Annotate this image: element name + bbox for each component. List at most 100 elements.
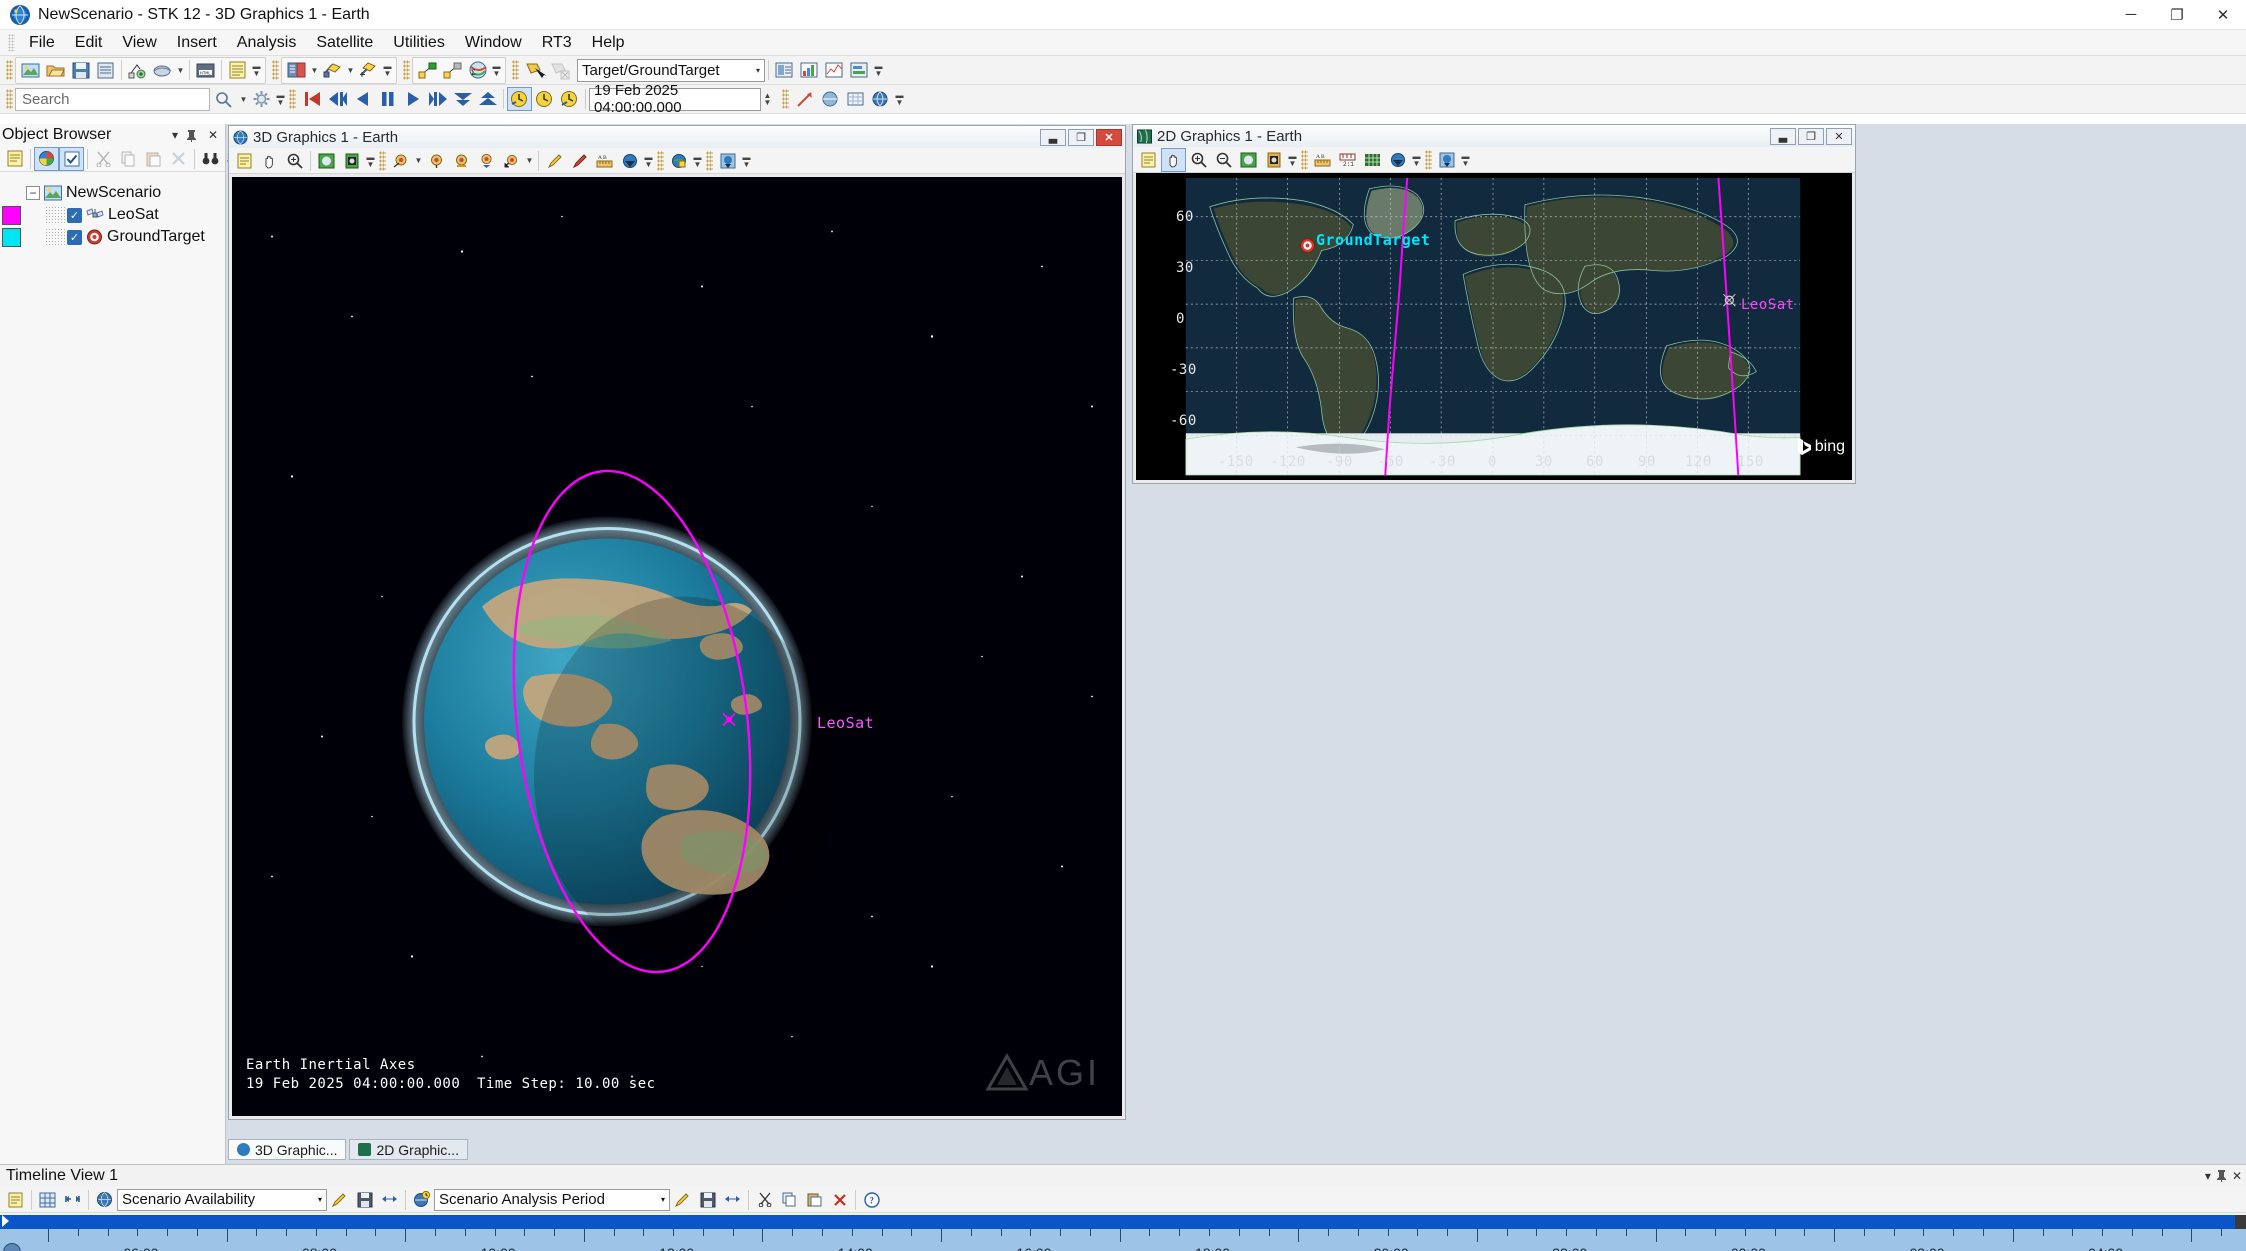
vector-tool-icon[interactable] (793, 87, 818, 111)
expander-icon[interactable]: − (26, 186, 40, 200)
toolbar-grip-7[interactable] (782, 89, 789, 109)
find-binoculars-icon[interactable] (198, 147, 223, 171)
3d-minimize-button[interactable]: ▃ (1040, 128, 1066, 146)
copy-icon[interactable] (116, 147, 141, 171)
view-reset-icon[interactable] (499, 149, 524, 173)
search-icon[interactable] (210, 87, 238, 111)
draw-pen-icon[interactable] (567, 149, 592, 173)
paste-icon[interactable] (141, 147, 166, 171)
2d-measure-ruler-icon[interactable]: A B (1310, 148, 1335, 172)
toggle-checkbox-icon[interactable] (59, 146, 84, 171)
panel-close-icon[interactable]: ✕ (205, 128, 221, 142)
2d-save-view-icon[interactable] (1434, 148, 1459, 172)
toolbar-overflow-6[interactable]: ▬ ▼ (893, 87, 906, 111)
toolbar-overflow-5[interactable]: ▬ ▼ (274, 87, 287, 111)
toolbar-overflow-4[interactable]: ▬ ▼ (872, 58, 885, 82)
leosat-color-swatch[interactable] (2, 205, 21, 225)
toolbar-overflow-2[interactable]: ▬ ▼ (381, 58, 394, 82)
html-report-icon[interactable]: HTML (193, 58, 218, 82)
realtime-mode-icon[interactable] (507, 87, 532, 111)
coverage-icon[interactable]: Σ (465, 58, 490, 82)
globe-tool-icon[interactable] (868, 87, 893, 111)
terrain-icon[interactable] (150, 58, 175, 82)
groundtarget-color-swatch[interactable] (2, 227, 21, 247)
edit-analysis-icon[interactable] (670, 1188, 695, 1212)
notes-icon[interactable] (225, 58, 250, 82)
timeline-properties-icon[interactable] (3, 1188, 28, 1212)
menu-help[interactable]: Help (582, 31, 635, 55)
timeline-view-options-icon[interactable] (35, 1188, 60, 1212)
save-view-icon[interactable] (715, 149, 740, 173)
timeline-availability-bar[interactable] (0, 1215, 2246, 1229)
tree-root-node[interactable]: − NewScenario (0, 182, 225, 204)
add-object-icon[interactable] (125, 58, 150, 82)
reset-animation-icon[interactable] (300, 87, 325, 111)
toggle-color-icon[interactable] (34, 146, 59, 171)
access-icon[interactable] (415, 58, 440, 82)
menu-utilities[interactable]: Utilities (383, 31, 455, 55)
timeline-help-icon[interactable]: ? (859, 1188, 884, 1212)
decrease-time-step-icon[interactable] (450, 87, 475, 111)
delete-icon[interactable] (166, 147, 191, 171)
2d-grid-icon[interactable] (1360, 148, 1385, 172)
insert-object-icon[interactable] (284, 58, 309, 82)
2d-globe-overlay-icon[interactable] (1385, 148, 1410, 172)
fit-availability-icon[interactable] (377, 1188, 402, 1212)
analysis-period-combo[interactable]: Scenario Analysis Period ▾ (434, 1188, 670, 1211)
tab-2d-graphics[interactable]: 2D Graphic... (349, 1139, 468, 1160)
timeline-ruler[interactable]: 06:00 08:00 10:00 12:00 14:00 16:00 18:00 20:00… (0, 1229, 2246, 1251)
toolbar-grip-4[interactable] (512, 60, 519, 80)
play-forward-icon[interactable] (400, 87, 425, 111)
3d-window-titlebar[interactable]: 3D Graphics 1 - Earth ▃ ❐ ✕ (229, 126, 1125, 148)
view-home-icon[interactable] (449, 149, 474, 173)
report-icon[interactable] (93, 58, 118, 82)
toolbar-grip-3[interactable] (403, 60, 410, 80)
report-manager-icon[interactable] (797, 58, 822, 82)
2d-overflow-1[interactable]: ▬ ▼ (1286, 148, 1299, 172)
3d-maximize-button[interactable]: ❐ (1068, 128, 1094, 146)
2d-grip-1[interactable] (1301, 149, 1308, 170)
timeline-cursor[interactable] (2, 1215, 9, 1227)
3d-grip-1[interactable] (379, 150, 386, 171)
f it-analysis-icon[interactable] (720, 1188, 745, 1212)
3d-overflow-4[interactable]: ▬ ▼ (740, 149, 753, 173)
xrealtime-mode-icon[interactable] (557, 87, 582, 111)
tree-item-groundtarget[interactable]: ✓ GroundTarget (0, 226, 225, 248)
menu-grip[interactable] (8, 33, 15, 52)
2d-pan-hand-icon[interactable] (1161, 147, 1186, 172)
globe-overlay-icon[interactable] (617, 149, 642, 173)
timeline-tool-icon[interactable] (847, 58, 872, 82)
analysis-chevron-down-icon[interactable]: ▾ (653, 1195, 665, 1204)
groundtarget-checkbox[interactable]: ✓ (67, 229, 82, 245)
save-icon[interactable] (68, 58, 93, 82)
chevron-down-icon[interactable]: ▾ (748, 66, 760, 75)
open-scenario-icon[interactable] (43, 58, 68, 82)
search-input[interactable]: Search (15, 87, 210, 111)
edit-availability-icon[interactable] (327, 1188, 352, 1212)
timeline-dropdown-icon[interactable]: ▾ (2205, 1169, 2211, 1183)
2d-overflow-2[interactable]: ▬ ▼ (1410, 148, 1423, 172)
3d-close-button[interactable]: ✕ (1096, 128, 1122, 146)
menu-edit[interactable]: Edit (65, 31, 113, 55)
step-forward-icon[interactable] (425, 87, 450, 111)
properties-icon[interactable] (772, 58, 797, 82)
timeline-delete-icon[interactable] (827, 1188, 852, 1212)
panel-dropdown-icon[interactable]: ▾ (167, 128, 183, 142)
timeline-paste-icon[interactable] (802, 1188, 827, 1212)
2d-grip-2[interactable] (1425, 149, 1432, 170)
timeline-fit-icon[interactable] (60, 1188, 85, 1212)
2d-overflow-3[interactable]: ▬ ▼ (1459, 148, 1472, 172)
tree-item-leosat[interactable]: ✓ LeoSat (0, 204, 225, 226)
2d-close-button[interactable]: ✕ (1826, 127, 1852, 145)
menu-analysis[interactable]: Analysis (227, 31, 307, 55)
view-reset-caret[interactable]: ▼ (524, 149, 535, 173)
2d-window-titlebar[interactable]: 2D Graphics 1 - Earth ▃ ❐ ✕ (1133, 125, 1855, 147)
leosat-checkbox[interactable]: ✓ (67, 207, 82, 223)
analysis-period-icon[interactable] (409, 1188, 434, 1212)
menu-insert[interactable]: Insert (167, 31, 227, 55)
3d-view-mode-icon[interactable] (314, 149, 339, 173)
toolbar-grip-1[interactable] (6, 60, 13, 80)
timeline-cut-icon[interactable] (752, 1188, 777, 1212)
new-scenario-icon[interactable] (18, 58, 43, 82)
menu-rt3[interactable]: RT3 (532, 31, 582, 55)
